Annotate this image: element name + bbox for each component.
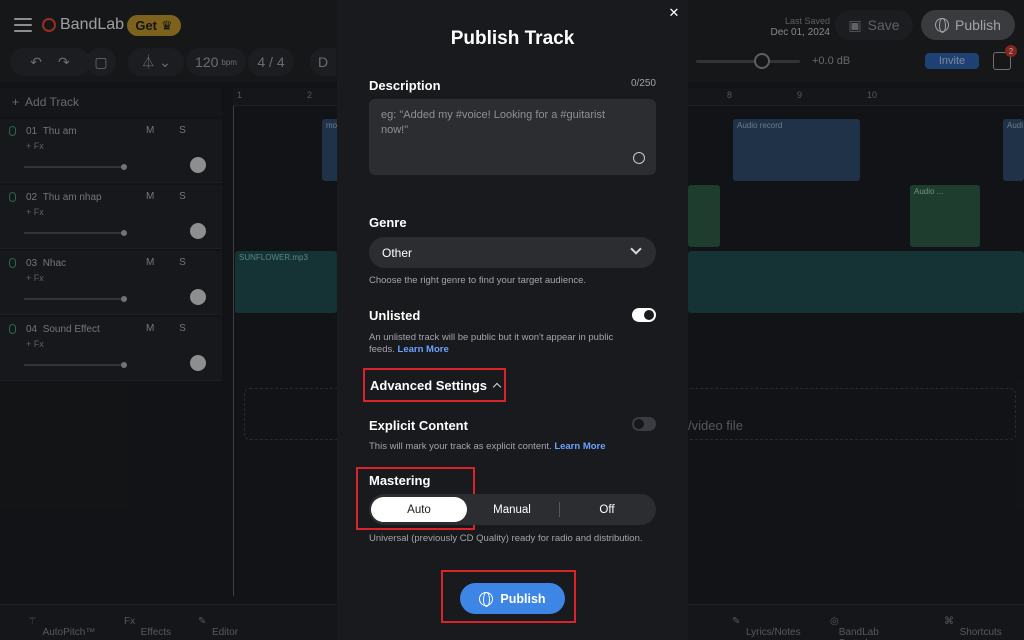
emoji-icon[interactable] — [633, 152, 645, 164]
advanced-settings-toggle[interactable]: Advanced Settings — [363, 368, 506, 402]
globe-icon — [479, 591, 494, 607]
explicit-toggle[interactable] — [632, 417, 656, 431]
genre-value: Other — [382, 246, 413, 260]
learn-more-link[interactable]: Learn More — [398, 344, 449, 355]
chevron-up-icon — [492, 382, 502, 392]
genre-select[interactable]: Other — [369, 237, 656, 268]
description-label: Description — [369, 78, 441, 93]
advanced-settings-label: Advanced Settings — [370, 377, 488, 393]
genre-label: Genre — [369, 215, 407, 230]
genre-hint: Choose the right genre to find your targ… — [369, 275, 587, 286]
explicit-hint-text: This will mark your track as explicit co… — [369, 441, 552, 452]
unlisted-label: Unlisted — [369, 308, 421, 323]
mastering-option-auto[interactable]: Auto — [371, 497, 467, 522]
explicit-label: Explicit Content — [369, 418, 468, 433]
mastering-hint: Universal (previously CD Quality) ready … — [369, 533, 643, 544]
mastering-option-manual[interactable]: Manual — [465, 494, 559, 525]
description-counter: 0/250 — [630, 78, 656, 89]
publish-label: Publish — [500, 591, 546, 606]
description-field[interactable]: eg: "Added my #voice! Looking for a #gui… — [369, 99, 656, 175]
mastering-option-off[interactable]: Off — [560, 494, 654, 525]
explicit-hint: This will mark your track as explicit co… — [369, 441, 606, 453]
publish-button[interactable]: Publish — [460, 583, 565, 614]
close-icon[interactable]: ✕ — [666, 5, 682, 21]
modal-title: Publish Track — [450, 28, 575, 49]
learn-more-link[interactable]: Learn More — [554, 441, 605, 452]
unlisted-hint: An unlisted track will be public but it … — [369, 332, 639, 356]
chevron-down-icon — [630, 243, 642, 255]
unlisted-toggle[interactable] — [632, 308, 656, 322]
description-placeholder: eg: "Added my #voice! Looking for a #gui… — [381, 109, 606, 136]
mastering-label: Mastering — [369, 473, 431, 488]
mastering-segmented-control: Auto Manual Off — [369, 494, 656, 525]
